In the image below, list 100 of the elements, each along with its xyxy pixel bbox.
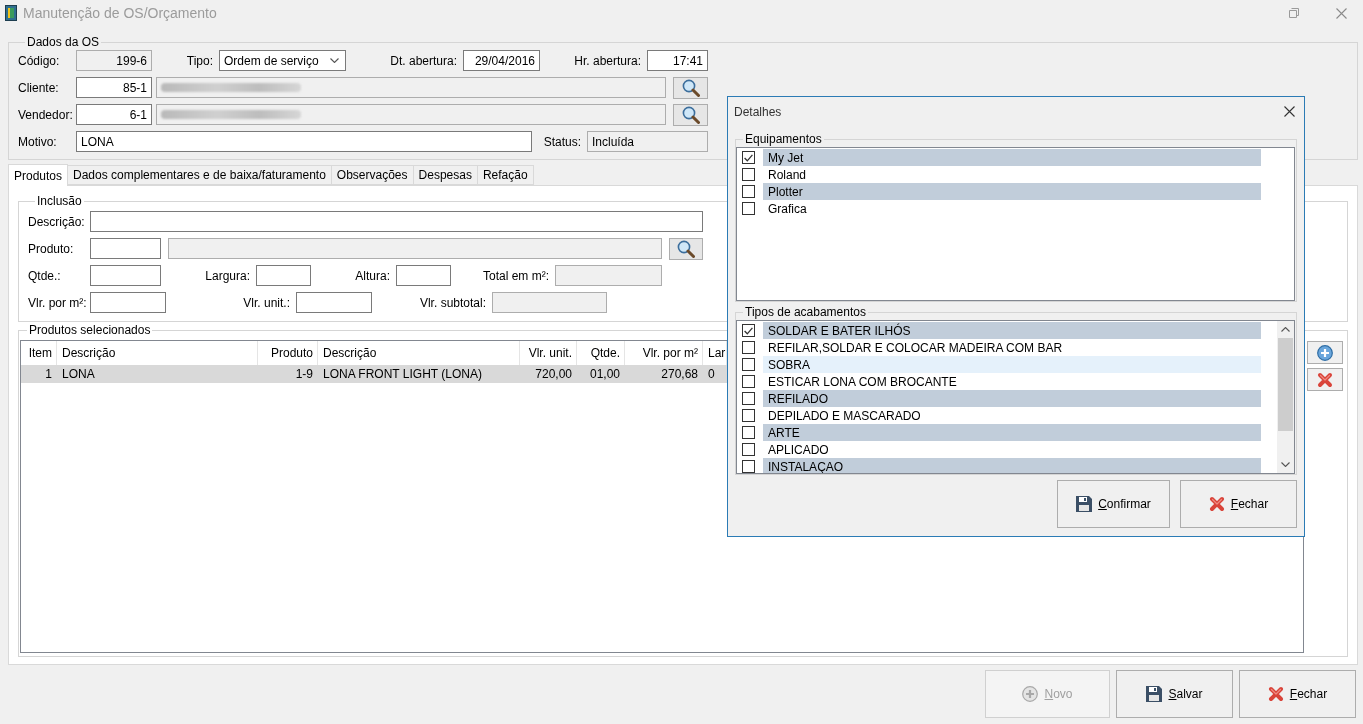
equipment-item[interactable]: Roland bbox=[763, 166, 1261, 183]
time-field[interactable]: 17:41 bbox=[647, 50, 708, 71]
table-cell-text: 01,00 bbox=[588, 366, 621, 383]
finish-item[interactable]: REFILAR,SOLDAR E COLOCAR MADEIRA COM BAR bbox=[763, 339, 1261, 356]
finish-item[interactable]: DEPILADO E MASCARADO bbox=[763, 407, 1261, 424]
close-button[interactable]: Fechar bbox=[1239, 670, 1356, 718]
equipment-item[interactable]: Plotter bbox=[763, 183, 1261, 200]
field-label: Descrição: bbox=[28, 214, 85, 229]
table-cell-text: LONA FRONT LIGHT (LONA) bbox=[322, 366, 483, 383]
restore-icon[interactable] bbox=[1289, 8, 1299, 18]
checkbox[interactable] bbox=[742, 443, 755, 456]
finish-item[interactable]: REFILADO bbox=[763, 390, 1261, 407]
code-field[interactable]: 199-6 bbox=[76, 50, 152, 71]
checkbox[interactable] bbox=[742, 341, 755, 354]
finish-item[interactable]: APLICADO bbox=[763, 441, 1261, 458]
checkbox[interactable] bbox=[742, 460, 755, 473]
search-button[interactable] bbox=[673, 103, 708, 126]
field-label: Altura: bbox=[355, 268, 390, 283]
unit-price-field[interactable] bbox=[296, 292, 372, 313]
client-code-field[interactable]: 85-1 bbox=[76, 77, 152, 98]
save-button[interactable]: Salvar bbox=[1116, 670, 1233, 718]
quantity-field[interactable] bbox=[90, 265, 161, 286]
price-per-m2-field[interactable] bbox=[90, 292, 166, 313]
product-code-field[interactable] bbox=[90, 238, 161, 259]
field-label: Tipo: bbox=[186, 53, 213, 68]
field-label: Cliente: bbox=[18, 80, 59, 95]
search-icon bbox=[677, 239, 695, 258]
plus-circle-icon bbox=[1022, 686, 1039, 702]
reason-field[interactable]: LONA bbox=[76, 131, 532, 152]
confirm-button[interactable]: Confirmar bbox=[1057, 480, 1170, 528]
table-cell-text: 1 bbox=[44, 366, 53, 383]
total-area-field[interactable] bbox=[555, 265, 662, 286]
search-icon bbox=[681, 78, 700, 97]
field-label: Status: bbox=[543, 134, 581, 149]
checkbox[interactable] bbox=[742, 426, 755, 439]
finish-item[interactable]: ARTE bbox=[763, 424, 1261, 441]
seller-code-field[interactable]: 6-1 bbox=[76, 104, 152, 125]
checkbox[interactable] bbox=[742, 202, 755, 215]
subtotal-field[interactable] bbox=[492, 292, 607, 313]
checkmark-icon bbox=[744, 326, 753, 335]
plus-circle-icon bbox=[1317, 344, 1333, 361]
cross-icon bbox=[1208, 496, 1225, 512]
seller-name-field[interactable] bbox=[156, 104, 666, 125]
finish-item[interactable]: INSTALAÇAO bbox=[763, 458, 1261, 473]
checkbox[interactable] bbox=[742, 392, 755, 405]
equipment-item[interactable]: Grafica bbox=[763, 200, 1261, 217]
product-name-field[interactable] bbox=[168, 238, 662, 259]
close-button[interactable]: Fechar bbox=[1180, 480, 1297, 528]
checkbox[interactable] bbox=[742, 358, 755, 371]
checkbox[interactable] bbox=[742, 324, 755, 337]
field-label: Total em m²: bbox=[483, 268, 549, 283]
checkbox[interactable] bbox=[742, 151, 755, 164]
table-cell-text: LONA bbox=[61, 366, 96, 383]
tab[interactable]: Refação bbox=[476, 165, 534, 185]
scrollbar-thumb[interactable] bbox=[1278, 338, 1293, 431]
cross-icon bbox=[1267, 686, 1284, 702]
status-field[interactable]: Incluída bbox=[587, 131, 708, 152]
table-cell-text: 720,00 bbox=[534, 366, 573, 383]
finish-item[interactable]: SOBRA bbox=[763, 356, 1261, 373]
chevron-up-icon bbox=[1281, 327, 1290, 332]
field-label: Vlr. unit.: bbox=[243, 295, 290, 310]
search-icon bbox=[681, 105, 700, 124]
window-title: Manutenção de OS/Orçamento bbox=[23, 5, 217, 21]
group-title: Produtos selecionados bbox=[28, 323, 152, 337]
equipment-item[interactable]: My Jet bbox=[763, 149, 1261, 166]
field-label: Qtde.: bbox=[28, 268, 61, 283]
app-icon bbox=[5, 5, 17, 21]
field-label: Código: bbox=[18, 53, 60, 68]
height-field[interactable] bbox=[396, 265, 451, 286]
field-label: Vlr. subtotal: bbox=[419, 295, 486, 310]
description-field[interactable] bbox=[90, 211, 703, 232]
group-title: Equipamentos bbox=[744, 132, 823, 146]
table-cell-text: 0 bbox=[707, 366, 716, 383]
add-row-button[interactable] bbox=[1307, 341, 1343, 364]
tab[interactable]: Despesas bbox=[412, 165, 478, 185]
tab[interactable]: Produtos bbox=[8, 164, 69, 186]
table-cell-text: 1-9 bbox=[294, 366, 314, 383]
scrollbar[interactable] bbox=[1277, 321, 1294, 473]
search-button[interactable] bbox=[669, 237, 703, 260]
type-select[interactable]: Ordem de serviço bbox=[219, 50, 346, 71]
remove-row-button[interactable] bbox=[1307, 368, 1343, 391]
group-title: Dados da OS bbox=[26, 35, 101, 49]
checkbox[interactable] bbox=[742, 375, 755, 388]
checkbox[interactable] bbox=[742, 185, 755, 198]
field-label: Hr. abertura: bbox=[574, 53, 641, 68]
field-label: Produto: bbox=[28, 241, 74, 256]
tab[interactable]: Observações bbox=[330, 165, 414, 185]
date-field[interactable]: 29/04/2016 bbox=[463, 50, 540, 71]
group-title: Inclusão bbox=[36, 194, 83, 208]
finish-item[interactable]: SOLDAR E BATER ILHÓS bbox=[763, 322, 1261, 339]
client-name-field[interactable] bbox=[156, 77, 666, 98]
checkbox[interactable] bbox=[742, 168, 755, 181]
field-label: Vendedor: bbox=[18, 107, 73, 122]
checkmark-icon bbox=[744, 153, 753, 162]
search-button[interactable] bbox=[673, 76, 708, 99]
width-field[interactable] bbox=[256, 265, 311, 286]
checkbox[interactable] bbox=[742, 409, 755, 422]
chevron-down-icon bbox=[330, 58, 339, 63]
tab[interactable]: Dados complementares e de baixa/faturamento bbox=[67, 165, 332, 185]
close-icon[interactable] bbox=[1284, 106, 1295, 117]
